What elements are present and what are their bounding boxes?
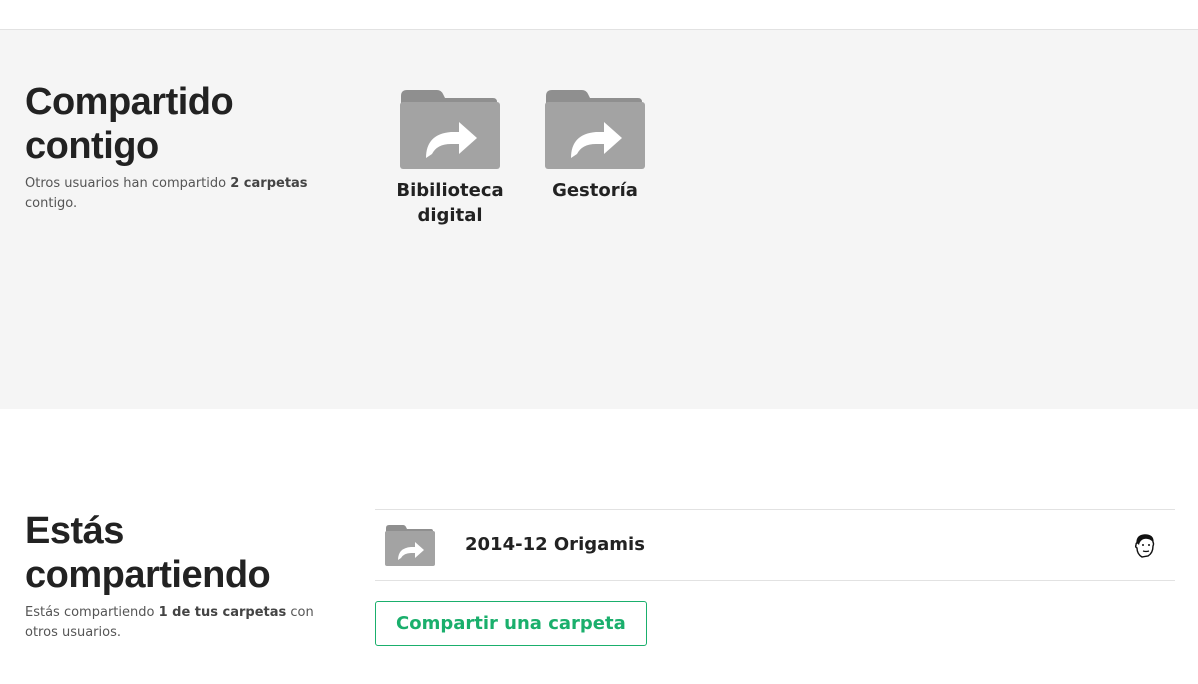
folder-name: Bibilioteca digital — [396, 180, 504, 226]
shared-with-you-description: Otros usuarios han compartido 2 carpetas… — [25, 174, 325, 214]
top-bar — [0, 0, 1198, 30]
you-are-sharing-description: Estás compartiendo 1 de tus carpetas con… — [25, 603, 325, 643]
you-are-sharing-section: Estás compartiendo Estás compartiendo 1 … — [0, 409, 1198, 684]
shared-with-you-title: Compartido contigo — [25, 81, 234, 167]
description-text: Estás compartiendo — [25, 605, 159, 620]
shared-folder-row[interactable]: 2014-12 Origamis — [375, 509, 1175, 581]
description-text: Otros usuarios han compartido — [25, 176, 231, 191]
shared-folder-count: 2 carpetas — [230, 176, 308, 191]
shared-folder-icon — [385, 525, 435, 566]
share-folder-button[interactable]: Compartir una carpeta — [375, 601, 647, 646]
shared-folder-tile[interactable]: Gestoría — [530, 88, 660, 203]
folder-name: Gestoría — [552, 180, 638, 201]
you-are-sharing-title: Estás compartiendo — [25, 510, 271, 596]
shared-folder-icon — [545, 90, 645, 169]
shared-with-you-section: Compartido contigo Otros usuarios han co… — [0, 30, 1198, 409]
shared-folder-icon — [400, 90, 500, 169]
description-text: contigo. — [25, 196, 78, 211]
shared-folder-tile[interactable]: Bibilioteca digital — [385, 88, 515, 228]
user-avatar-icon[interactable] — [1133, 533, 1157, 559]
shared-folder-count: 1 de tus carpetas — [158, 605, 287, 620]
shared-folder-name: 2014-12 Origamis — [465, 534, 645, 555]
